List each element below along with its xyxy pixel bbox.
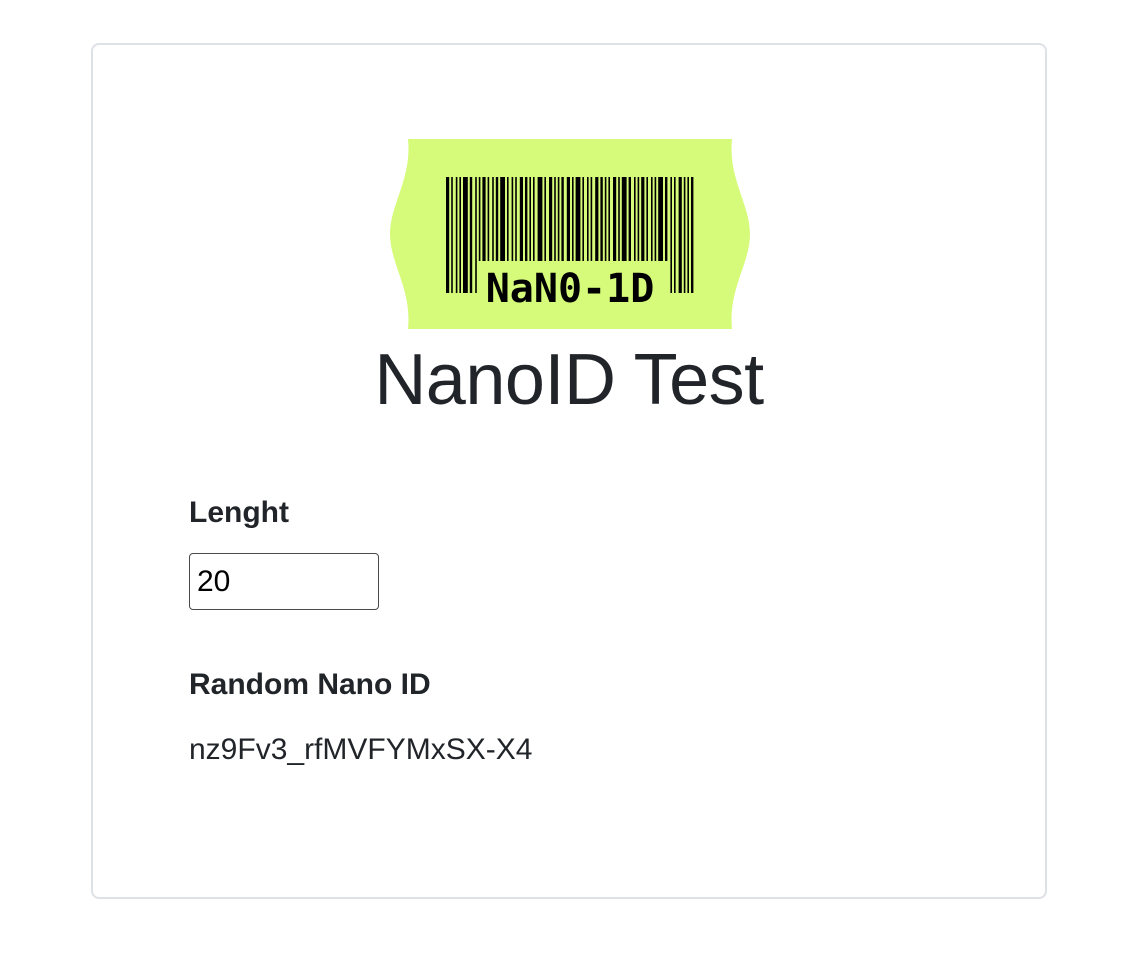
barcode-bar	[469, 177, 473, 293]
barcode-bar	[549, 177, 553, 261]
random-id-label: Random Nano ID	[189, 668, 431, 701]
barcode-bar	[634, 177, 636, 261]
barcode-bar	[595, 177, 599, 261]
barcode-bar	[537, 177, 543, 261]
barcode-bar	[637, 177, 640, 261]
barcode-bar	[500, 177, 505, 261]
barcode-bar	[495, 177, 499, 261]
barcode-bar	[459, 177, 461, 293]
barcode-bar	[544, 177, 546, 261]
barcode-bar	[590, 177, 593, 261]
barcode-bar	[683, 177, 686, 293]
barcode-bar	[613, 177, 617, 261]
barcode-bar	[646, 177, 648, 261]
page-title: NanoID Test	[374, 340, 764, 420]
barcode-bar	[651, 177, 653, 261]
barcode-bar	[451, 177, 453, 293]
barcode-bar	[557, 177, 560, 261]
barcode-bar	[507, 177, 509, 261]
barcode-bar	[691, 177, 694, 293]
barcode-bar	[529, 177, 531, 261]
barcode-bar	[621, 177, 627, 261]
barcode-bar	[665, 177, 668, 261]
barcode-bar	[618, 177, 620, 261]
barcode-bar	[641, 177, 645, 261]
barcode-bar	[674, 177, 676, 293]
barcode-bar	[519, 177, 523, 261]
barcode-bar	[482, 177, 486, 261]
barcode-bar	[628, 177, 631, 261]
barcode-bar	[446, 177, 450, 293]
barcode-bar	[678, 177, 682, 293]
barcode-bar	[525, 177, 528, 261]
nanoid-logo: NaN0-1D	[388, 139, 752, 329]
logo-text: NaN0-1D	[486, 266, 655, 312]
barcode-bar	[572, 177, 574, 261]
barcode-bar	[511, 177, 514, 261]
barcode-bar	[492, 177, 494, 261]
barcode-bar	[608, 177, 610, 261]
barcode-bar	[561, 177, 564, 261]
barcode-bar	[515, 177, 517, 261]
barcode-bar	[487, 177, 490, 261]
barcode-bar	[566, 177, 570, 261]
length-input[interactable]	[189, 553, 379, 610]
barcode-bar	[604, 177, 607, 261]
barcode-bar	[554, 177, 556, 261]
barcode-bar	[475, 177, 477, 293]
barcode-bar	[670, 177, 672, 293]
barcode-bar	[455, 177, 458, 293]
barcode-bar	[687, 177, 689, 293]
barcode-bar	[600, 177, 603, 261]
barcode-bar	[654, 177, 657, 261]
barcode-bar	[587, 177, 589, 261]
barcode-icon: NaN0-1D	[390, 139, 750, 329]
length-label: Lenght	[189, 496, 289, 529]
barcode-bar	[582, 177, 584, 261]
barcode-bar	[658, 177, 663, 261]
random-id-value: nz9Fv3_rfMVFYMxSX-X4	[189, 733, 533, 766]
barcode-bar	[478, 177, 481, 261]
barcode-bar	[575, 177, 581, 261]
barcode-bar	[463, 177, 468, 293]
barcode-bar	[533, 177, 535, 261]
